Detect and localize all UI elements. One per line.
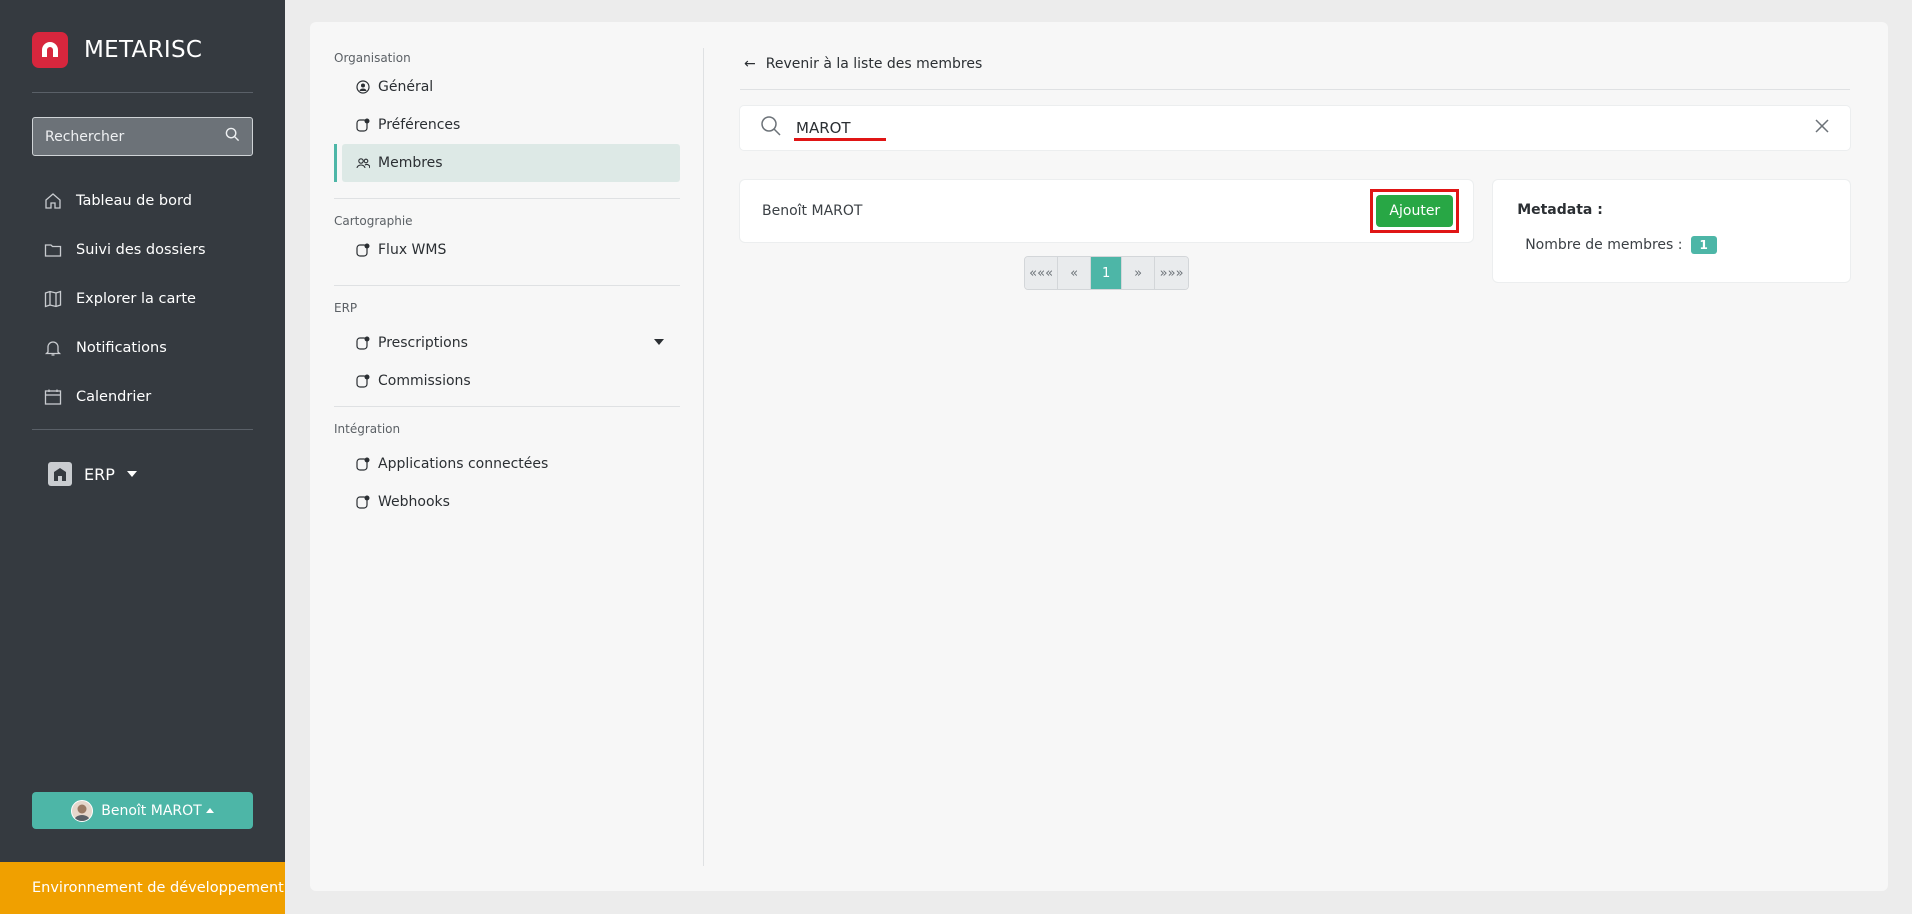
sidebar-nav: Tableau de bord Suivi des dossiers Explo…	[42, 176, 206, 421]
section-divider	[334, 406, 680, 407]
settings-item-wms[interactable]: Flux WMS	[334, 231, 680, 269]
sidebar-search-input[interactable]: Rechercher	[32, 117, 253, 156]
results-row: Benoît MAROT Ajouter ««« « 1 » »»» Metad…	[740, 180, 1850, 290]
clear-search-icon[interactable]	[1814, 118, 1830, 138]
add-member-button[interactable]: Ajouter	[1376, 195, 1454, 227]
notification-dot-icon	[356, 243, 370, 257]
members-count-badge: 1	[1690, 236, 1717, 254]
members-count-line: Nombre de membres : 1	[1517, 236, 1826, 254]
nav-item-folders[interactable]: Suivi des dossiers	[42, 225, 206, 274]
result-member-name: Benoît MAROT	[762, 203, 863, 219]
vertical-divider	[703, 48, 704, 866]
nav-item-dashboard[interactable]: Tableau de bord	[42, 176, 206, 225]
search-placeholder: Rechercher	[45, 128, 125, 145]
context-selector-label: ERP	[84, 464, 115, 484]
notification-dot-icon	[356, 118, 370, 132]
back-link-label: Revenir à la liste des membres	[765, 56, 983, 72]
pagination: ««« « 1 » »»»	[740, 256, 1473, 290]
settings-item-connected-apps[interactable]: Applications connectées	[334, 445, 680, 483]
folder-icon	[42, 239, 64, 261]
content-divider	[740, 89, 1850, 90]
user-circle-icon	[356, 80, 370, 94]
caret-down-icon[interactable]	[654, 339, 664, 345]
section-divider	[334, 285, 680, 286]
settings-item-members[interactable]: Membres	[334, 144, 680, 182]
section-title-integration: Intégration	[334, 422, 401, 436]
settings-item-label: Webhooks	[378, 494, 450, 510]
search-icon	[225, 127, 240, 146]
highlight-box: Ajouter	[1370, 189, 1460, 233]
building-icon	[48, 462, 72, 486]
settings-item-prescriptions[interactable]: Prescriptions	[334, 324, 680, 362]
context-selector[interactable]: ERP	[48, 462, 137, 486]
notification-dot-icon	[356, 374, 370, 388]
member-search-input[interactable]	[796, 119, 1814, 137]
metadata-card: Metadata : Nombre de membres : 1	[1493, 180, 1850, 282]
environment-banner: Environnement de développement	[0, 862, 285, 914]
nav-item-notifications[interactable]: Notifications	[42, 323, 206, 372]
user-menu-button[interactable]: Benoît MAROT	[32, 792, 253, 829]
nav-item-label: Suivi des dossiers	[76, 241, 206, 258]
user-name: Benoît MAROT	[101, 802, 202, 819]
page-prev-button[interactable]: «	[1058, 257, 1092, 289]
nav-item-label: Tableau de bord	[76, 192, 192, 209]
sidebar-divider	[32, 429, 253, 430]
page-first-button[interactable]: «««	[1025, 257, 1059, 289]
settings-item-label: Applications connectées	[378, 456, 549, 472]
notification-dot-icon	[356, 457, 370, 471]
search-icon	[760, 115, 782, 141]
map-icon	[42, 288, 64, 310]
section-title-cartographie: Cartographie	[334, 214, 413, 228]
settings-item-label: Prescriptions	[378, 335, 468, 351]
highlight-underline	[794, 138, 886, 141]
section-title-erp: ERP	[334, 301, 358, 315]
section-title-organisation: Organisation	[334, 51, 411, 65]
page-current-button[interactable]: 1	[1091, 257, 1123, 289]
section-divider	[334, 198, 680, 199]
sidebar-divider	[32, 92, 253, 93]
settings-item-commissions[interactable]: Commissions	[334, 362, 680, 400]
bell-icon	[42, 337, 64, 359]
settings-nav: Organisation Général Préférences Membres…	[334, 48, 680, 521]
settings-item-general[interactable]: Général	[334, 68, 680, 106]
arrow-left-icon: ←	[744, 56, 756, 72]
members-content: ← Revenir à la liste des membres Benoît …	[740, 48, 1850, 290]
caret-up-icon	[205, 808, 214, 813]
back-to-members-link[interactable]: ← Revenir à la liste des membres	[740, 48, 1850, 80]
settings-item-webhooks[interactable]: Webhooks	[334, 483, 680, 521]
metadata-title: Metadata :	[1517, 202, 1603, 218]
member-search-bar	[740, 106, 1850, 150]
home-icon	[42, 190, 64, 212]
calendar-icon	[42, 386, 64, 408]
brand[interactable]: METARISC	[32, 32, 202, 68]
users-icon	[356, 156, 370, 170]
nav-item-map[interactable]: Explorer la carte	[42, 274, 206, 323]
nav-item-label: Notifications	[76, 339, 167, 356]
result-item: Benoît MAROT Ajouter	[740, 180, 1474, 242]
settings-card: Organisation Général Préférences Membres…	[310, 22, 1888, 891]
settings-item-label: Membres	[378, 155, 443, 171]
members-count-label: Nombre de membres :	[1525, 237, 1683, 253]
notification-dot-icon	[356, 336, 370, 350]
pagination-group: ««« « 1 » »»»	[1024, 256, 1190, 290]
caret-down-icon	[126, 471, 137, 477]
brand-name: METARISC	[84, 37, 203, 63]
nav-item-label: Explorer la carte	[76, 290, 196, 307]
settings-item-label: Commissions	[378, 373, 471, 389]
page-last-button[interactable]: »»»	[1155, 257, 1189, 289]
page-next-button[interactable]: »	[1122, 257, 1156, 289]
metarisc-logo-icon	[32, 32, 68, 68]
settings-item-label: Préférences	[378, 117, 461, 133]
active-indicator	[334, 144, 337, 182]
results-column: Benoît MAROT Ajouter ««« « 1 » »»»	[740, 180, 1474, 290]
avatar	[71, 799, 94, 822]
settings-item-preferences[interactable]: Préférences	[334, 106, 680, 144]
notification-dot-icon	[356, 495, 370, 509]
nav-item-calendar[interactable]: Calendrier	[42, 372, 206, 421]
sidebar: METARISC Rechercher Tableau de bord Suiv…	[0, 0, 285, 914]
nav-item-label: Calendrier	[76, 388, 152, 405]
settings-item-label: Flux WMS	[378, 242, 447, 258]
settings-item-label: Général	[378, 79, 434, 95]
